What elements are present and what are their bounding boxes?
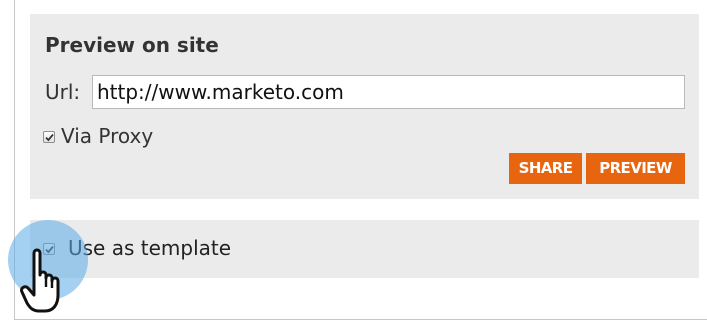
via-proxy-checkbox[interactable] <box>43 131 55 143</box>
via-proxy-label[interactable]: Via Proxy <box>61 124 153 148</box>
url-label: Url: <box>45 80 81 104</box>
url-input[interactable] <box>92 75 685 109</box>
bottom-border <box>14 319 707 320</box>
page-frame: Preview on site Url: Via Proxy SHARE PRE… <box>0 0 707 335</box>
hand-pointer-icon <box>20 248 60 313</box>
template-panel: Use as template <box>30 220 699 278</box>
panel-title: Preview on site <box>45 33 219 57</box>
preview-on-site-panel: Preview on site Url: Via Proxy SHARE PRE… <box>30 14 699 199</box>
checkmark-icon <box>45 134 54 142</box>
use-as-template-label[interactable]: Use as template <box>68 236 231 260</box>
preview-button[interactable]: PREVIEW <box>586 153 685 184</box>
share-button[interactable]: SHARE <box>509 153 582 184</box>
